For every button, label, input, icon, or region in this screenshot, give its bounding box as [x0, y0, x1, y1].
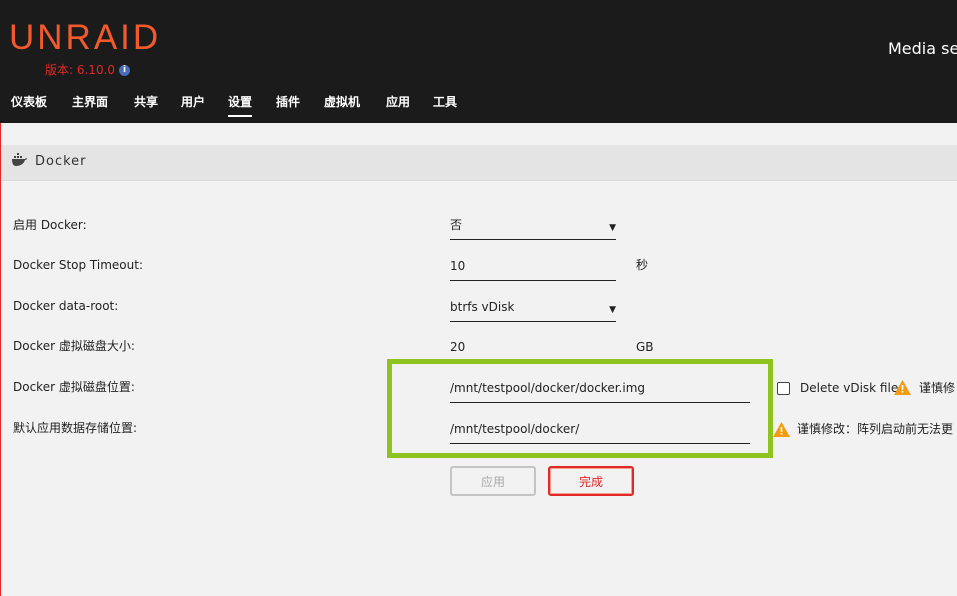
- vdisk-size-unit: GB: [636, 340, 654, 354]
- appdata-location-label: 默认应用数据存储位置:: [13, 421, 138, 435]
- section-title: Docker: [35, 154, 87, 169]
- data-root-select[interactable]: btrfs vDisk ▼: [450, 299, 616, 322]
- docker-section-header: Docker: [1, 145, 957, 181]
- dropdown-arrow-icon: ▼: [609, 223, 616, 233]
- unraid-logo[interactable]: UNRAID: [9, 18, 161, 58]
- stop-timeout-input[interactable]: 10: [450, 258, 616, 281]
- appdata-location-input[interactable]: /mnt/testpool/docker/: [450, 421, 750, 444]
- docker-icon: [12, 153, 27, 166]
- done-button[interactable]: 完成: [548, 466, 634, 496]
- appdata-location-value: /mnt/testpool/docker/: [450, 422, 580, 436]
- warning-icon: [894, 380, 911, 395]
- vdisk-location-label: Docker 虚拟磁盘位置:: [13, 380, 135, 394]
- enable-docker-value: 否: [450, 218, 463, 232]
- data-root-value: btrfs vDisk: [450, 300, 515, 314]
- vdisk-size-value: 20: [450, 340, 466, 354]
- nav-tools[interactable]: 工具: [433, 94, 457, 110]
- nav-users[interactable]: 用户: [181, 94, 205, 110]
- left-border: [0, 123, 1, 596]
- apply-button[interactable]: 应用: [450, 466, 536, 496]
- nav-shares[interactable]: 共享: [134, 94, 158, 110]
- nav-plugins[interactable]: 插件: [276, 94, 300, 110]
- delete-vdisk-checkbox[interactable]: [777, 382, 790, 395]
- data-root-label: Docker data-root:: [13, 299, 119, 313]
- delete-vdisk-label: Delete vDisk file: [800, 381, 899, 395]
- vdisk-location-input[interactable]: /mnt/testpool/docker/docker.img: [450, 380, 750, 403]
- vdisk-warning-text: 谨慎修: [919, 381, 956, 395]
- nav-vms[interactable]: 虚拟机: [324, 94, 360, 110]
- enable-docker-select[interactable]: 否 ▼: [450, 217, 616, 240]
- nav-apps[interactable]: 应用: [386, 94, 410, 110]
- version-text: 版本: 6.10.0: [45, 63, 116, 77]
- nav-dashboard[interactable]: 仪表板: [11, 94, 47, 110]
- vdisk-size-label: Docker 虚拟磁盘大小:: [13, 339, 135, 353]
- enable-docker-label: 启用 Docker:: [13, 218, 87, 232]
- appdata-warning-text: 谨慎修改：阵列启动前无法更: [797, 422, 954, 436]
- stop-timeout-label: Docker Stop Timeout:: [13, 258, 143, 272]
- nav-settings[interactable]: 设置: [228, 94, 253, 117]
- stop-timeout-unit: 秒: [636, 258, 649, 272]
- warning-icon: [773, 422, 790, 437]
- version-label: 版本: 6.10.0 i: [45, 62, 131, 78]
- dropdown-arrow-icon: ▼: [609, 305, 616, 315]
- server-name: Media se: [888, 39, 957, 58]
- nav-main[interactable]: 主界面: [72, 94, 108, 110]
- stop-timeout-value: 10: [450, 259, 466, 273]
- info-icon[interactable]: i: [119, 65, 131, 76]
- top-header: UNRAID 版本: 6.10.0 i Media se 仪表板 主界面 共享 用…: [0, 0, 957, 123]
- vdisk-location-value: /mnt/testpool/docker/docker.img: [450, 381, 645, 395]
